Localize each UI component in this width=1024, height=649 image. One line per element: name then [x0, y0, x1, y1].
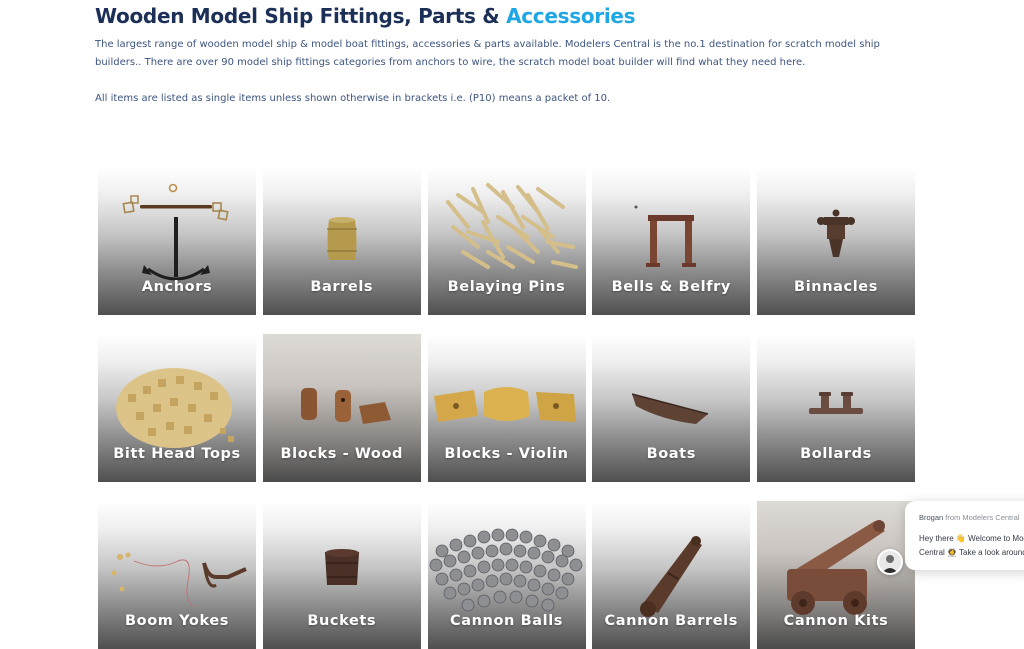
category-label: Cannon Kits [783, 613, 889, 629]
category-tile-buckets[interactable]: Buckets [262, 501, 421, 649]
category-label: Blocks - Violin [444, 446, 569, 462]
category-label: Bitt Head Tops [113, 446, 241, 462]
intro-paragraph: The largest range of wooden model ship &… [95, 39, 880, 68]
page-title: Wooden Model Ship Fittings, Parts & Acce… [95, 4, 636, 28]
category-tile-blocks-wood[interactable]: Blocks - Wood [262, 334, 421, 482]
category-label: Buckets [307, 613, 377, 629]
chat-agent-avatar[interactable] [877, 549, 903, 575]
category-label: Bollards [800, 446, 872, 462]
chat-from-text: from Modelers Central [945, 513, 1020, 522]
packet-note: All items are listed as single items unl… [95, 93, 611, 104]
category-tile-cannon-kits[interactable]: Cannon Kits [757, 501, 915, 649]
chat-popup[interactable]: Brogan from Modelers Central Hey there 👋… [905, 501, 1024, 570]
category-tile-bollards[interactable]: Bollards [757, 334, 915, 482]
category-label: Cannon Balls [449, 613, 563, 629]
category-label: Cannon Barrels [604, 613, 738, 629]
category-label: Barrels [310, 279, 374, 295]
category-label: Boom Yokes [125, 613, 229, 629]
category-tile-boats[interactable]: Boats [592, 334, 751, 482]
category-tile-bitt-head-tops[interactable]: Bitt Head Tops [98, 334, 256, 482]
category-tile-barrels[interactable]: Barrels [262, 167, 421, 315]
category-tile-anchors[interactable]: Anchors [98, 167, 256, 315]
category-label: Anchors [141, 279, 213, 295]
category-label: Binnacles [794, 279, 878, 295]
category-tile-blocks-violin[interactable]: Blocks - Violin [427, 334, 586, 482]
category-tile-binnacles[interactable]: Binnacles [757, 167, 915, 315]
category-label: Boats [646, 446, 696, 462]
category-tile-bells-belfry[interactable]: Bells & Belfry [592, 167, 751, 315]
category-label: Blocks - Wood [280, 446, 404, 462]
chat-header: Brogan from Modelers Central [919, 513, 1019, 522]
category-label: Belaying Pins [447, 279, 566, 295]
chat-agent-name: Brogan [919, 513, 944, 522]
category-label: Bells & Belfry [611, 279, 731, 295]
category-tile-cannon-balls[interactable]: Cannon Balls [427, 501, 586, 649]
chat-message: Hey there 👋 Welcome to Modelers Central 👩… [919, 532, 1024, 560]
chat-message-line-2: Central 👩‍🚀 Take a look around [919, 548, 1024, 557]
category-tile-cannon-barrels[interactable]: Cannon Barrels [592, 501, 751, 649]
category-tile-belaying-pins[interactable]: Belaying Pins [427, 167, 586, 315]
chat-message-line-1: Hey there 👋 Welcome to Modelers [919, 534, 1024, 543]
category-grid: Anchors Barrels Belaying Pins Bells & Be… [98, 167, 915, 649]
category-tile-boom-yokes[interactable]: Boom Yokes [98, 501, 256, 649]
page-title-main: Wooden Model Ship Fittings, Parts & [95, 4, 500, 28]
person-icon [882, 555, 898, 573]
page-title-accent: Accessories [506, 4, 636, 28]
